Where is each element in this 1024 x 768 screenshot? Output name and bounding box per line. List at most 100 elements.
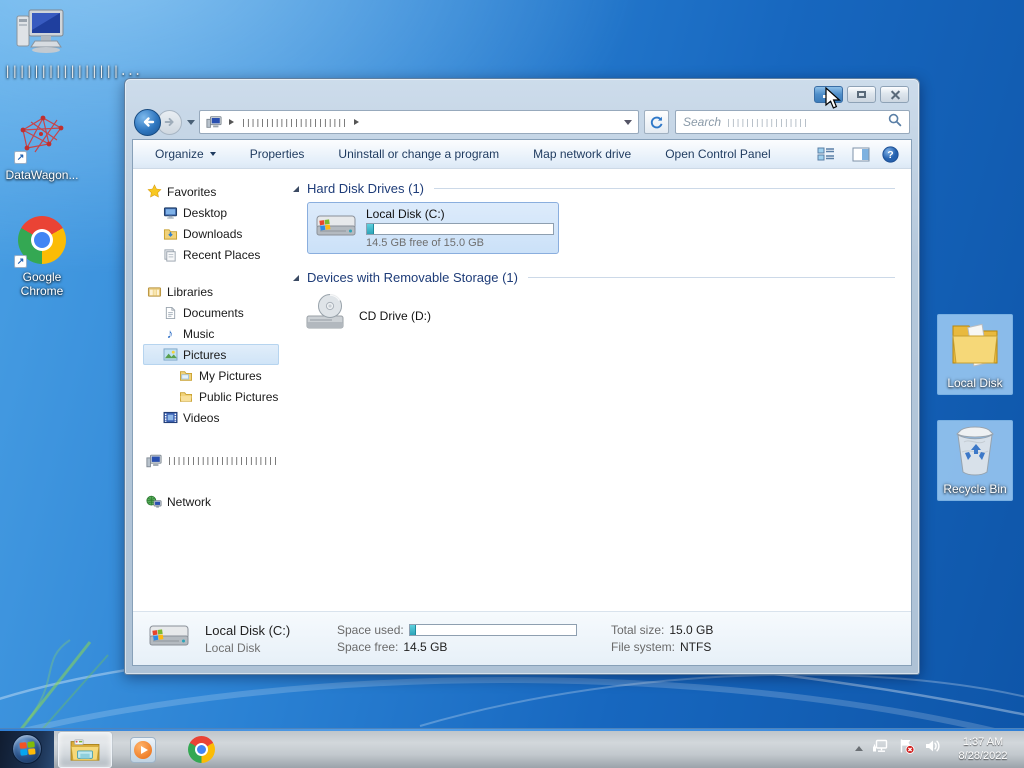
sidebar-item-libraries[interactable]: Libraries <box>143 281 279 302</box>
group-header-rule <box>434 188 895 189</box>
desktop-icon-local-disk[interactable]: Local Disk <box>937 314 1013 395</box>
group-header-removable[interactable]: Devices with Removable Storage (1) <box>293 270 895 285</box>
show-hidden-icons-button[interactable] <box>855 746 863 751</box>
group-header-hard-disks[interactable]: Hard Disk Drives (1) <box>293 181 895 196</box>
details-pane: Local Disk (C:) Local Disk Space used: S… <box>133 611 911 665</box>
refresh-button[interactable] <box>644 110 669 134</box>
recent-places-icon <box>161 248 179 262</box>
map-network-drive-button[interactable]: Map network drive <box>523 143 641 165</box>
breadcrumb-separator-icon <box>353 119 359 125</box>
open-control-panel-button[interactable]: Open Control Panel <box>655 143 780 165</box>
sidebar-item-desktop[interactable]: Desktop <box>143 202 279 223</box>
taskbar-chrome-button[interactable] <box>174 732 228 768</box>
total-size-value: 15.0 GB <box>669 623 714 637</box>
sidebar-item-videos[interactable]: Videos <box>143 407 279 428</box>
taskbar-clock[interactable]: 1:37 AM 8/28/2022 <box>950 735 1016 763</box>
drive-name: Local Disk (C:) <box>366 207 445 221</box>
breadcrumb-separator-icon <box>229 119 234 125</box>
drive-usage-bar <box>366 223 554 235</box>
sidebar-item-downloads[interactable]: Downloads <box>143 223 279 244</box>
navigation-bar: |||||||||||||||||||||| Search ||||||||||… <box>132 105 912 139</box>
desktop-icon-label: DataWagon... <box>5 168 79 182</box>
drive-free-space: 14.5 GB free of 15.0 GB <box>366 237 485 249</box>
clock-time: 1:37 AM <box>962 735 1004 748</box>
drive-c-item[interactable]: Local Disk (C:) 14.5 GB free of 15.0 GB <box>307 202 559 254</box>
folder-icon <box>938 318 1012 372</box>
command-bar: Organize Properties Uninstall or change … <box>133 140 911 169</box>
volume-icon[interactable] <box>924 738 941 759</box>
sidebar-item-music[interactable]: ♪ Music <box>143 323 279 344</box>
organize-button[interactable]: Organize <box>145 143 226 165</box>
computer-small-icon <box>145 454 163 468</box>
recent-pages-chevron-icon[interactable] <box>187 119 195 125</box>
sidebar-item-documents[interactable]: Documents <box>143 302 279 323</box>
change-view-button[interactable] <box>817 146 840 162</box>
desktop-icon-label: ||||||||||||||||... <box>4 64 142 78</box>
search-icon[interactable] <box>888 113 902 132</box>
uninstall-program-button[interactable]: Uninstall or change a program <box>328 143 509 165</box>
maximize-button[interactable] <box>847 86 876 103</box>
picture-icon <box>161 348 179 361</box>
properties-button[interactable]: Properties <box>240 143 315 165</box>
action-center-flag-icon[interactable] <box>898 738 915 759</box>
hard-drive-icon <box>147 619 191 658</box>
sidebar-item-pictures[interactable]: Pictures <box>143 344 279 365</box>
clock-date: 8/28/2022 <box>958 749 1008 762</box>
group-header-rule <box>527 277 895 278</box>
sidebar-item-my-pictures[interactable]: My Pictures <box>143 365 279 386</box>
cd-drive-item[interactable]: CD Drive (D:) <box>305 293 895 338</box>
minimize-button[interactable] <box>814 86 843 103</box>
help-icon[interactable]: ? <box>882 145 899 163</box>
back-button[interactable] <box>134 108 161 136</box>
cd-drive-name: CD Drive (D:) <box>359 308 431 323</box>
explorer-folder-icon <box>70 738 100 761</box>
folder-icon <box>177 370 195 382</box>
chevron-down-icon <box>209 152 216 156</box>
search-input[interactable]: Search ||||||||||||||||| <box>675 110 910 134</box>
desktop-icon-chrome[interactable]: ↗ Google Chrome <box>4 214 80 300</box>
chrome-icon: ↗ <box>4 214 80 268</box>
sidebar-item-recent-places[interactable]: Recent Places <box>143 244 279 265</box>
group-collapse-icon <box>293 274 299 281</box>
system-tray: 1:37 AM 8/28/2022 <box>855 735 1024 763</box>
address-bar[interactable]: |||||||||||||||||||||| <box>199 110 639 134</box>
network-icon <box>145 495 163 509</box>
sidebar-item-computer[interactable]: ||||||||||||||||||||||| <box>143 450 279 471</box>
windows-start-orb-icon <box>12 733 42 764</box>
taskbar-explorer-button[interactable] <box>58 731 112 768</box>
sidebar-item-favorites[interactable]: Favorites <box>143 181 279 202</box>
breadcrumb-location[interactable]: |||||||||||||||||||||| <box>241 118 347 127</box>
music-note-icon: ♪ <box>166 326 174 341</box>
close-button[interactable] <box>880 86 909 103</box>
downloads-icon <box>161 227 179 241</box>
sidebar-item-network[interactable]: Network <box>143 491 279 512</box>
taskbar-media-player-button[interactable] <box>116 732 170 768</box>
window-client-area: Organize Properties Uninstall or change … <box>132 139 912 666</box>
address-dropdown-icon[interactable] <box>624 119 632 125</box>
computer-icon <box>4 6 80 60</box>
window-titlebar[interactable] <box>132 79 912 105</box>
details-item-name: Local Disk (C:) <box>205 622 291 638</box>
document-icon <box>161 306 179 320</box>
start-button[interactable] <box>0 728 54 768</box>
items-view: Hard Disk Drives (1) Local Disk (C:) 14.… <box>285 169 911 611</box>
navigation-pane: Favorites Desktop Downloads Recent Place… <box>133 169 285 611</box>
computer-small-icon <box>206 116 222 128</box>
desktop-icon-computer[interactable]: ||||||||||||||||... <box>4 6 142 80</box>
desktop-icon-label: Recycle Bin <box>943 482 1007 496</box>
preview-pane-button[interactable] <box>852 147 870 162</box>
desktop-icon-datawagon[interactable]: ↗ DataWagon... <box>4 110 80 184</box>
file-system-value: NTFS <box>680 640 712 654</box>
details-item-type: Local Disk <box>205 640 261 655</box>
sidebar-item-public-pictures[interactable]: Public Pictures <box>143 386 279 407</box>
drive-usage-fill <box>367 224 375 234</box>
search-query-redacted: ||||||||||||||||| <box>726 117 808 127</box>
cd-drive-icon <box>305 293 351 338</box>
recycle-bin-icon <box>938 424 1012 478</box>
desktop-icon-label: Local Disk <box>947 376 1003 390</box>
network-tray-icon[interactable] <box>872 738 889 759</box>
star-icon <box>145 184 163 199</box>
desktop-icon-recycle-bin[interactable]: Recycle Bin <box>937 420 1013 501</box>
desktop-monitor-icon <box>161 206 179 220</box>
desktop-icon-label: Google Chrome <box>20 270 64 298</box>
